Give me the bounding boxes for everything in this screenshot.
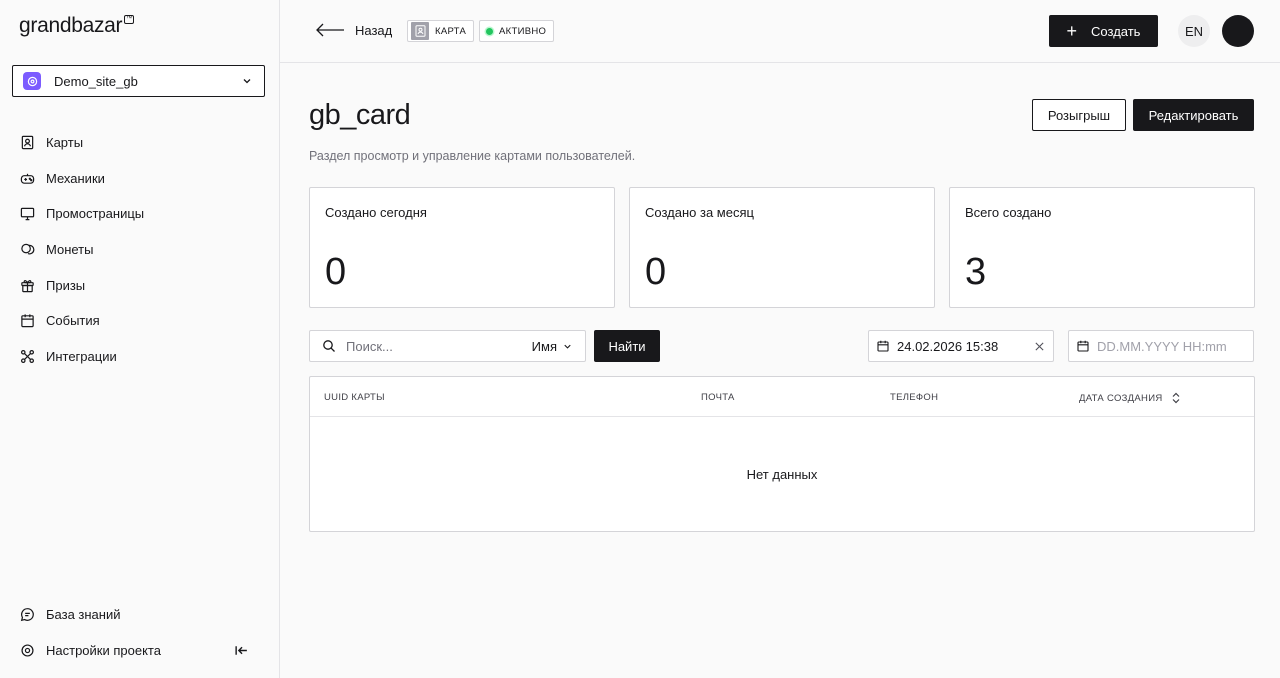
- sidebar-item-mechanics[interactable]: Механики: [20, 161, 260, 197]
- sort-icon: [1172, 392, 1179, 404]
- sidebar-item-coins[interactable]: Монеты: [20, 232, 260, 268]
- arrow-left-icon: [316, 23, 344, 37]
- sidebar-item-label: Карты: [46, 135, 84, 151]
- card-icon: [21, 136, 34, 150]
- status-label: АКТИВНО: [499, 25, 547, 37]
- sidebar-item-cards[interactable]: Карты: [20, 125, 260, 161]
- user-avatar[interactable]: [1222, 15, 1254, 47]
- column-header-phone: ТЕЛЕФОН: [890, 392, 939, 403]
- date-to-placeholder: DD.MM.YYYY HH:mm: [1097, 338, 1227, 354]
- type-tag: КАРТА: [407, 20, 475, 42]
- language-switch[interactable]: EN: [1178, 15, 1210, 47]
- type-tag-label: КАРТА: [435, 25, 467, 37]
- search-icon: [323, 340, 335, 352]
- stat-card-total: Всего создано 3: [949, 187, 1255, 308]
- logo-text: grandbazar: [19, 14, 123, 37]
- stat-card-today: Создано сегодня 0: [309, 187, 615, 308]
- project-name: Demo_site_gb: [54, 73, 138, 89]
- sidebar-item-knowledge-base[interactable]: База знаний: [20, 596, 260, 632]
- gamepad-icon: [20, 173, 35, 184]
- find-button[interactable]: Найти: [594, 330, 660, 362]
- column-header-uuid: UUID КАРТЫ: [324, 392, 385, 403]
- back-link[interactable]: Назад: [315, 21, 392, 39]
- sidebar-item-integrations[interactable]: Интеграции: [20, 339, 260, 375]
- sidebar-item-label: База знаний: [46, 606, 121, 622]
- search-field-select[interactable]: Имя: [532, 339, 573, 354]
- gear-icon: [21, 643, 34, 657]
- column-header-email: ПОЧТА: [701, 392, 735, 403]
- date-to-input[interactable]: DD.MM.YYYY HH:mm: [1068, 330, 1254, 362]
- date-from-value: 24.02.2026 15:38: [897, 338, 999, 354]
- project-select[interactable]: Demo_site_gb: [12, 65, 265, 97]
- status-badge: АКТИВНО: [479, 20, 555, 42]
- monitor-icon: [20, 208, 35, 221]
- stat-label: Создано сегодня: [325, 205, 427, 220]
- logo-badge: ™: [124, 15, 135, 24]
- search-input[interactable]: [346, 338, 532, 354]
- topbar: Назад КАРТА АКТИВНО + Создать EN: [280, 0, 1280, 63]
- create-label: Создать: [1091, 23, 1141, 39]
- calendar-icon: [877, 340, 889, 352]
- integrations-icon: [20, 349, 35, 363]
- stat-label: Всего создано: [965, 205, 1052, 220]
- collapse-sidebar-icon[interactable]: [234, 643, 249, 658]
- main-content: Назад КАРТА АКТИВНО + Создать EN gb_card…: [280, 0, 1280, 678]
- sidebar-item-events[interactable]: События: [20, 303, 260, 339]
- sidebar-item-label: События: [46, 313, 100, 329]
- stat-label: Создано за месяц: [645, 205, 754, 220]
- clear-icon[interactable]: [1034, 341, 1045, 352]
- create-button[interactable]: + Создать: [1049, 15, 1158, 47]
- gift-icon: [21, 279, 34, 292]
- sidebar-item-label: Настройки проекта: [46, 642, 161, 658]
- search-box: Имя: [309, 330, 586, 362]
- stat-card-month: Создано за месяц 0: [629, 187, 935, 308]
- app: grandbazar ™ Demo_site_gb Карты Механики…: [0, 0, 1280, 678]
- stat-value: 3: [965, 251, 987, 293]
- project-avatar: [23, 72, 41, 90]
- column-header-created[interactable]: ДАТА СОЗДАНИЯ: [1079, 392, 1181, 404]
- edit-button[interactable]: Редактировать: [1133, 99, 1254, 131]
- search-field-label: Имя: [531, 338, 557, 354]
- status-dot: [486, 27, 493, 35]
- sidebar-item-label: Интеграции: [46, 348, 117, 364]
- table-header: UUID КАРТЫ ПОЧТА ТЕЛЕФОН ДАТА СОЗДАНИЯ: [310, 377, 1254, 417]
- calendar-icon: [1077, 340, 1089, 352]
- stat-value: 0: [645, 251, 667, 293]
- stat-value: 0: [325, 251, 347, 293]
- chat-icon: [20, 607, 34, 621]
- plus-icon: +: [1066, 21, 1078, 41]
- sidebar-item-promopages[interactable]: Промостраницы: [20, 196, 260, 232]
- page-title: gb_card: [309, 99, 411, 131]
- raffle-button[interactable]: Розыгрыш: [1032, 99, 1126, 131]
- cards-table: UUID КАРТЫ ПОЧТА ТЕЛЕФОН ДАТА СОЗДАНИЯ Н…: [309, 376, 1255, 532]
- sidebar-bottom: База знаний Настройки проекта: [20, 596, 260, 668]
- sidebar-item-project-settings[interactable]: Настройки проекта: [20, 632, 260, 668]
- back-label: Назад: [355, 22, 393, 38]
- calendar-icon: [21, 314, 34, 328]
- sidebar-nav: Карты Механики Промостраницы Монеты Приз…: [20, 125, 260, 374]
- chevron-down-icon: [564, 344, 571, 349]
- coins-icon: [21, 243, 35, 255]
- sidebar-item-prizes[interactable]: Призы: [20, 267, 260, 303]
- column-header-created-label: ДАТА СОЗДАНИЯ: [1079, 392, 1163, 404]
- project-icon: [27, 76, 37, 86]
- chevron-down-icon: [243, 79, 251, 84]
- logo[interactable]: grandbazar ™: [19, 14, 135, 38]
- sidebar-item-label: Призы: [46, 277, 86, 293]
- sidebar-item-label: Механики: [46, 170, 105, 186]
- sidebar-item-label: Промостраницы: [46, 206, 145, 222]
- empty-state: Нет данных: [746, 467, 818, 482]
- card-tag-icon: [411, 22, 429, 40]
- date-from-input[interactable]: 24.02.2026 15:38: [868, 330, 1054, 362]
- sidebar-item-label: Монеты: [46, 242, 94, 258]
- sidebar: grandbazar ™ Demo_site_gb Карты Механики…: [0, 0, 280, 678]
- page-description: Раздел просмотр и управление картами пол…: [309, 149, 636, 163]
